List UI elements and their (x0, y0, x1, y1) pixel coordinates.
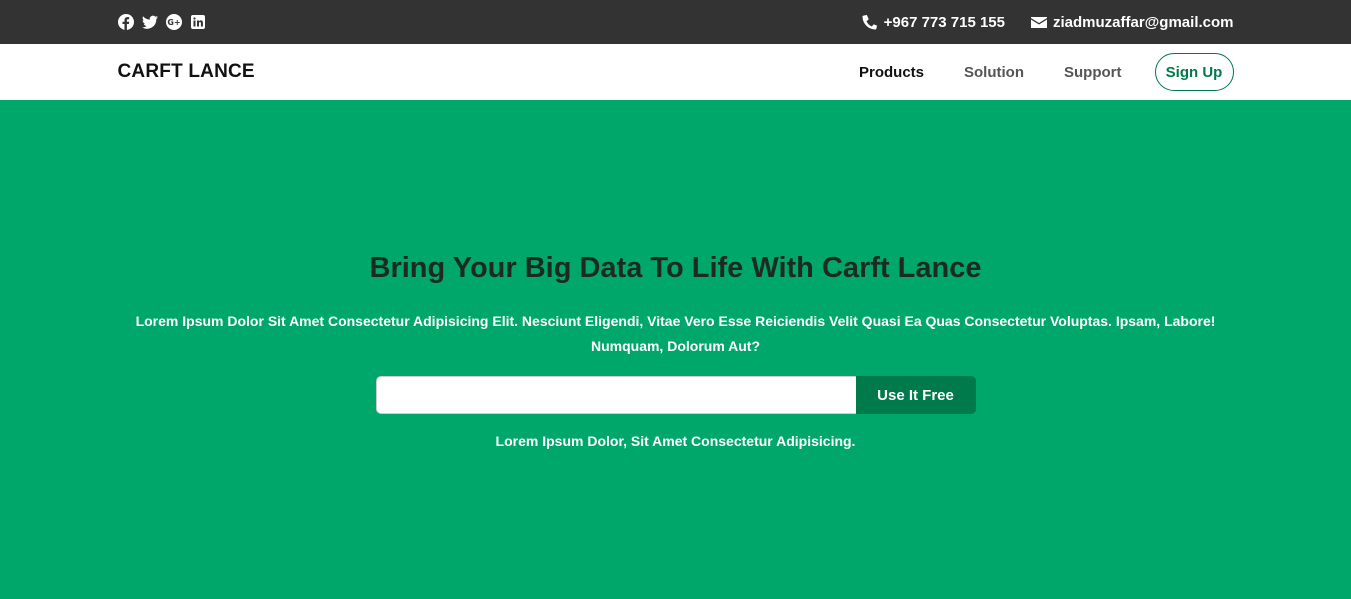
phone-icon (862, 14, 878, 30)
email-input[interactable] (375, 376, 856, 414)
phone-contact[interactable]: +967 773 715 155 (862, 14, 1005, 31)
envelope-icon (1031, 17, 1047, 28)
nav-link-products[interactable]: Products (859, 64, 924, 81)
twitter-icon[interactable] (141, 14, 158, 30)
hero-section: Bring Your Big Data To Life With Carft L… (0, 100, 1351, 599)
signup-form: Use It Free (375, 376, 976, 414)
email-address: ziadmuzaffar@gmail.com (1053, 13, 1234, 31)
email-contact[interactable]: ziadmuzaffar@gmail.com (1031, 14, 1234, 31)
svg-text:G+: G+ (167, 18, 180, 27)
hero-title: Bring Your Big Data To Life With Carft L… (369, 252, 982, 284)
facebook-icon[interactable] (117, 14, 134, 30)
navbar: CARFT LANCE Products Solution Support Si… (0, 44, 1351, 100)
brand-logo[interactable]: CARFT LANCE (118, 61, 255, 83)
contact-info: +967 773 715 155 ziadmuzaffar@gmail.com (862, 14, 1234, 31)
phone-number: +967 773 715 155 (883, 13, 1005, 31)
nav-link-solution[interactable]: Solution (964, 64, 1024, 81)
hero-lead-text: Lorem Ipsum Dolor Sit Amet Consectetur A… (135, 313, 1216, 354)
google-plus-icon[interactable]: G+ (165, 14, 182, 30)
nav-link-support[interactable]: Support (1064, 64, 1122, 81)
linkedin-icon[interactable] (190, 14, 206, 30)
top-bar: G+ +967 773 715 155 ziadmuzaffar@gmail.c… (0, 0, 1351, 44)
social-links: G+ (117, 14, 206, 30)
use-it-free-button[interactable]: Use It Free (855, 376, 976, 414)
nav-links: Products Solution Support Sign Up (819, 53, 1234, 91)
sign-up-button[interactable]: Sign Up (1154, 53, 1234, 91)
hero-sub-text: Lorem Ipsum Dolor, Sit Amet Consectetur … (495, 433, 856, 449)
